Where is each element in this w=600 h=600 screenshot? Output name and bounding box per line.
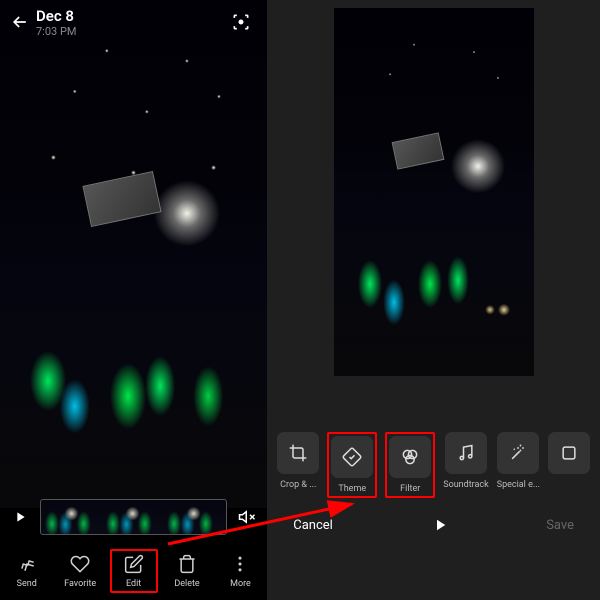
- video-timeline: [0, 492, 267, 542]
- delete-button[interactable]: Delete: [163, 553, 211, 589]
- timeline-scrubber[interactable]: [40, 499, 227, 535]
- edit-label: Edit: [126, 579, 141, 589]
- play-button[interactable]: [8, 505, 32, 529]
- edit-button[interactable]: Edit: [110, 549, 158, 593]
- more-tools[interactable]: [548, 432, 590, 498]
- send-icon: [17, 553, 37, 575]
- extra-icon: [548, 432, 590, 474]
- soundtrack-tool[interactable]: Soundtrack: [443, 432, 488, 498]
- filter-label: Filter: [400, 484, 420, 494]
- favorite-button[interactable]: Favorite: [56, 553, 104, 589]
- mute-button[interactable]: [235, 505, 259, 529]
- photo-viewer-screen: Dec 8 7:03 PM Send: [0, 0, 267, 600]
- filter-icon: [389, 436, 431, 478]
- editor-footer: Cancel Save: [267, 498, 600, 548]
- favorite-label: Favorite: [64, 579, 96, 589]
- theme-highlight-box: Theme: [327, 432, 377, 498]
- filter-tool[interactable]: Filter: [389, 436, 431, 494]
- cancel-button[interactable]: Cancel: [293, 518, 333, 533]
- trash-icon: [177, 553, 197, 575]
- mirror-object: [82, 171, 161, 227]
- heart-icon: [70, 553, 90, 575]
- video-editor-screen: Crop & ... Theme Filter: [267, 0, 600, 600]
- special-effects-tool[interactable]: Special e...: [497, 432, 540, 498]
- more-button[interactable]: More: [216, 553, 264, 589]
- preview-play-button[interactable]: [431, 516, 449, 534]
- save-button[interactable]: Save: [546, 518, 574, 533]
- edit-icon: [124, 553, 144, 575]
- photo-date: Dec 8: [36, 7, 225, 25]
- editor-toolbar: Crop & ... Theme Filter: [267, 432, 600, 498]
- music-icon: [445, 432, 487, 474]
- theme-icon: [331, 436, 373, 478]
- action-bar: Send Favorite Edit Delete: [0, 542, 267, 600]
- crop-tool[interactable]: Crop & ...: [277, 432, 319, 498]
- capture-button[interactable]: [225, 6, 257, 38]
- more-icon: [230, 553, 250, 575]
- header-info: Dec 8 7:03 PM: [36, 7, 225, 38]
- viewer-header: Dec 8 7:03 PM: [0, 0, 267, 44]
- filter-highlight-box: Filter: [385, 432, 435, 498]
- crop-icon: [277, 432, 319, 474]
- editor-preview[interactable]: [334, 8, 534, 376]
- send-button[interactable]: Send: [3, 553, 51, 589]
- delete-label: Delete: [174, 579, 199, 589]
- photo-content[interactable]: [0, 0, 267, 508]
- soundtrack-label: Soundtrack: [443, 480, 488, 490]
- crop-label: Crop & ...: [280, 480, 316, 490]
- more-label: More: [230, 579, 251, 589]
- theme-tool[interactable]: Theme: [331, 436, 373, 494]
- wand-icon: [497, 432, 539, 474]
- send-label: Send: [17, 579, 37, 589]
- back-button[interactable]: [4, 6, 36, 38]
- photo-time: 7:03 PM: [36, 25, 225, 38]
- special-label: Special e...: [497, 480, 540, 490]
- mirror-object: [391, 132, 444, 169]
- theme-label: Theme: [338, 484, 366, 494]
